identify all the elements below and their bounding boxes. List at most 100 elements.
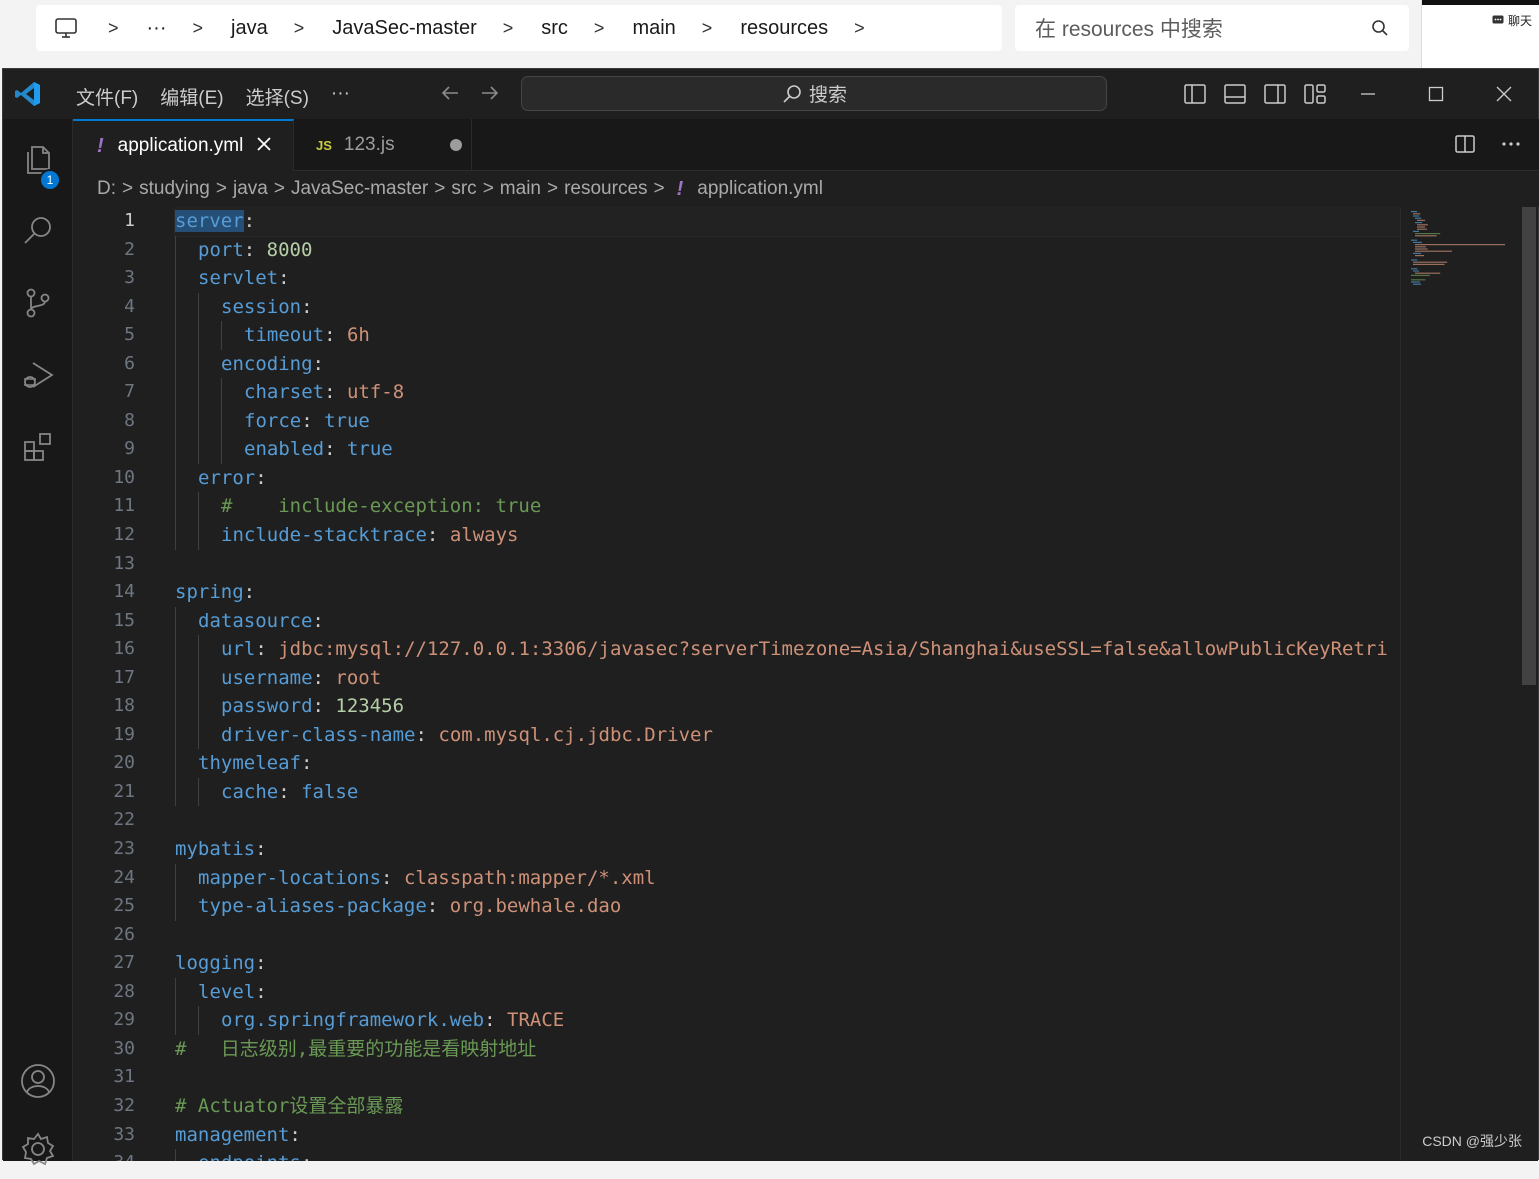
- breadcrumb-item[interactable]: studying: [139, 178, 210, 200]
- explorer-view-button[interactable]: 1: [3, 129, 73, 191]
- minimap-line: [1413, 241, 1422, 243]
- search-icon: [24, 217, 51, 244]
- address-more[interactable]: ···: [133, 17, 181, 40]
- indent-guide: [175, 749, 176, 778]
- line-number: 7: [124, 381, 135, 403]
- chevron-right-icon[interactable]: >: [96, 18, 133, 39]
- chevron-right-icon: >: [122, 178, 134, 199]
- tab-123-js[interactable]: JS 123.js: [294, 119, 472, 171]
- extensions-view-button[interactable]: [3, 417, 73, 477]
- indent-guide: [175, 692, 176, 721]
- minimap[interactable]: [1400, 207, 1520, 1161]
- toggle-primary-sidebar-icon[interactable]: [1183, 82, 1207, 106]
- yaml-key: force: [244, 409, 302, 432]
- split-editor-icon[interactable]: [1454, 133, 1476, 155]
- indent-guide: [175, 606, 176, 636]
- yaml-colon: :: [381, 866, 393, 889]
- accounts-button[interactable]: [3, 1051, 73, 1111]
- editor-actions: [1454, 133, 1522, 155]
- title-bar: 文件(F) 编辑(E) 选择(S) ··· 搜索: [3, 69, 1538, 119]
- address-bar[interactable]: > ··· > java > JavaSec-master > src > ma…: [36, 5, 1002, 51]
- scrollbar-thumb[interactable]: [1522, 207, 1536, 685]
- address-crumb[interactable]: resources: [726, 17, 842, 40]
- breadcrumb-item[interactable]: src: [451, 178, 476, 200]
- menu-edit[interactable]: 编辑(E): [149, 79, 234, 114]
- yaml-colon: :: [426, 895, 439, 918]
- search-view-button[interactable]: [3, 201, 73, 261]
- unsaved-dot-icon[interactable]: [449, 139, 462, 151]
- chevron-right-icon: >: [273, 178, 285, 199]
- extensions-icon: [24, 433, 51, 461]
- breadcrumb-item[interactable]: application.yml: [697, 178, 823, 200]
- yaml-colon: :: [301, 295, 313, 318]
- code-editor[interactable]: 1 2 3 4 5 6 7 8 9 10 11 12 13 14 15 16 17 18 19 20 21 22 23 24 2…: [73, 207, 1400, 1161]
- chevron-right-icon[interactable]: >: [282, 18, 319, 39]
- close-tab-icon[interactable]: [257, 135, 271, 157]
- chevron-right-icon[interactable]: >: [181, 18, 218, 39]
- menu-more[interactable]: ···: [320, 79, 361, 114]
- run-and-debug-view-button[interactable]: [3, 345, 73, 405]
- chevron-right-icon[interactable]: >: [491, 18, 528, 39]
- address-crumb[interactable]: JavaSec-master: [318, 17, 491, 40]
- menu-file[interactable]: 文件(F): [65, 79, 149, 114]
- address-crumb[interactable]: src: [527, 17, 582, 40]
- indent-guide: [198, 492, 199, 522]
- code-line: server:: [174, 207, 1400, 237]
- arrow-right-icon[interactable]: [479, 82, 501, 104]
- toggle-panel-icon[interactable]: [1223, 82, 1247, 106]
- yaml-value: org.bewhale.dao: [449, 895, 622, 918]
- arrow-left-icon[interactable]: [439, 82, 461, 104]
- address-crumb[interactable]: main: [618, 17, 689, 40]
- minimize-button[interactable]: [1334, 69, 1402, 119]
- gear-icon: [21, 1132, 55, 1166]
- code-lines[interactable]: server: port: 8000 servlet: session: timeout…: [174, 207, 1400, 1161]
- yaml-value: true: [346, 438, 393, 461]
- line-number: 17: [113, 666, 135, 688]
- customize-layout-icon[interactable]: [1303, 82, 1327, 106]
- breadcrumb-item[interactable]: resources: [564, 178, 647, 200]
- breadcrumb-item[interactable]: JavaSec-master: [291, 178, 428, 200]
- breadcrumb-item[interactable]: java: [233, 178, 268, 200]
- chevron-right-icon[interactable]: >: [842, 18, 879, 39]
- chevron-right-icon: >: [482, 178, 494, 199]
- indent-guide: [175, 663, 176, 693]
- js-icon: JS: [316, 137, 332, 153]
- yaml-key: servlet: [198, 267, 279, 290]
- chat-button[interactable]: 聊天: [1492, 12, 1532, 29]
- yaml-colon: :: [484, 1009, 496, 1032]
- tab-application-yml[interactable]: ! application.yml: [73, 119, 294, 171]
- editor-tabs: ! application.yml JS 123.js: [73, 119, 1539, 171]
- toggle-secondary-sidebar-icon[interactable]: [1263, 82, 1287, 106]
- indent-guide: [198, 635, 199, 664]
- folder-search-placeholder: 在 resources 中搜索: [1035, 18, 1223, 41]
- more-actions-icon[interactable]: [1500, 133, 1522, 155]
- manage-button[interactable]: [3, 1119, 73, 1179]
- menu-selection[interactable]: 选择(S): [235, 79, 320, 114]
- activity-bar: 1: [3, 119, 73, 1166]
- indent-guide: [198, 321, 199, 350]
- vertical-scrollbar[interactable]: [1520, 207, 1538, 1161]
- address-crumb[interactable]: java: [217, 17, 282, 40]
- line-number: 2: [124, 238, 135, 260]
- code-line: charset: utf-8: [175, 378, 1400, 407]
- computer-icon[interactable]: [36, 5, 96, 51]
- yaml-colon: :: [243, 210, 256, 232]
- breadcrumb-item[interactable]: main: [500, 178, 541, 200]
- maximize-button[interactable]: [1402, 69, 1470, 119]
- chevron-right-icon[interactable]: >: [582, 18, 619, 39]
- breadcrumb-item[interactable]: D:: [97, 178, 116, 200]
- close-button[interactable]: [1470, 69, 1538, 119]
- source-control-view-button[interactable]: [3, 273, 73, 333]
- minimap-line: [1415, 217, 1422, 219]
- yaml-comment: # include-exception: true: [221, 495, 542, 518]
- command-center-search[interactable]: 搜索: [521, 76, 1107, 111]
- folder-search-input[interactable]: 在 resources 中搜索: [1015, 5, 1409, 51]
- yaml-value: TRACE: [507, 1009, 565, 1032]
- indent-guide: [175, 463, 176, 493]
- minimap-line: [1413, 213, 1421, 215]
- code-line: port: 8000: [175, 235, 1400, 265]
- code-line: # Actuator设置全部暴露: [175, 1092, 1400, 1121]
- indent-guide: [175, 492, 176, 522]
- chevron-right-icon[interactable]: >: [690, 18, 727, 39]
